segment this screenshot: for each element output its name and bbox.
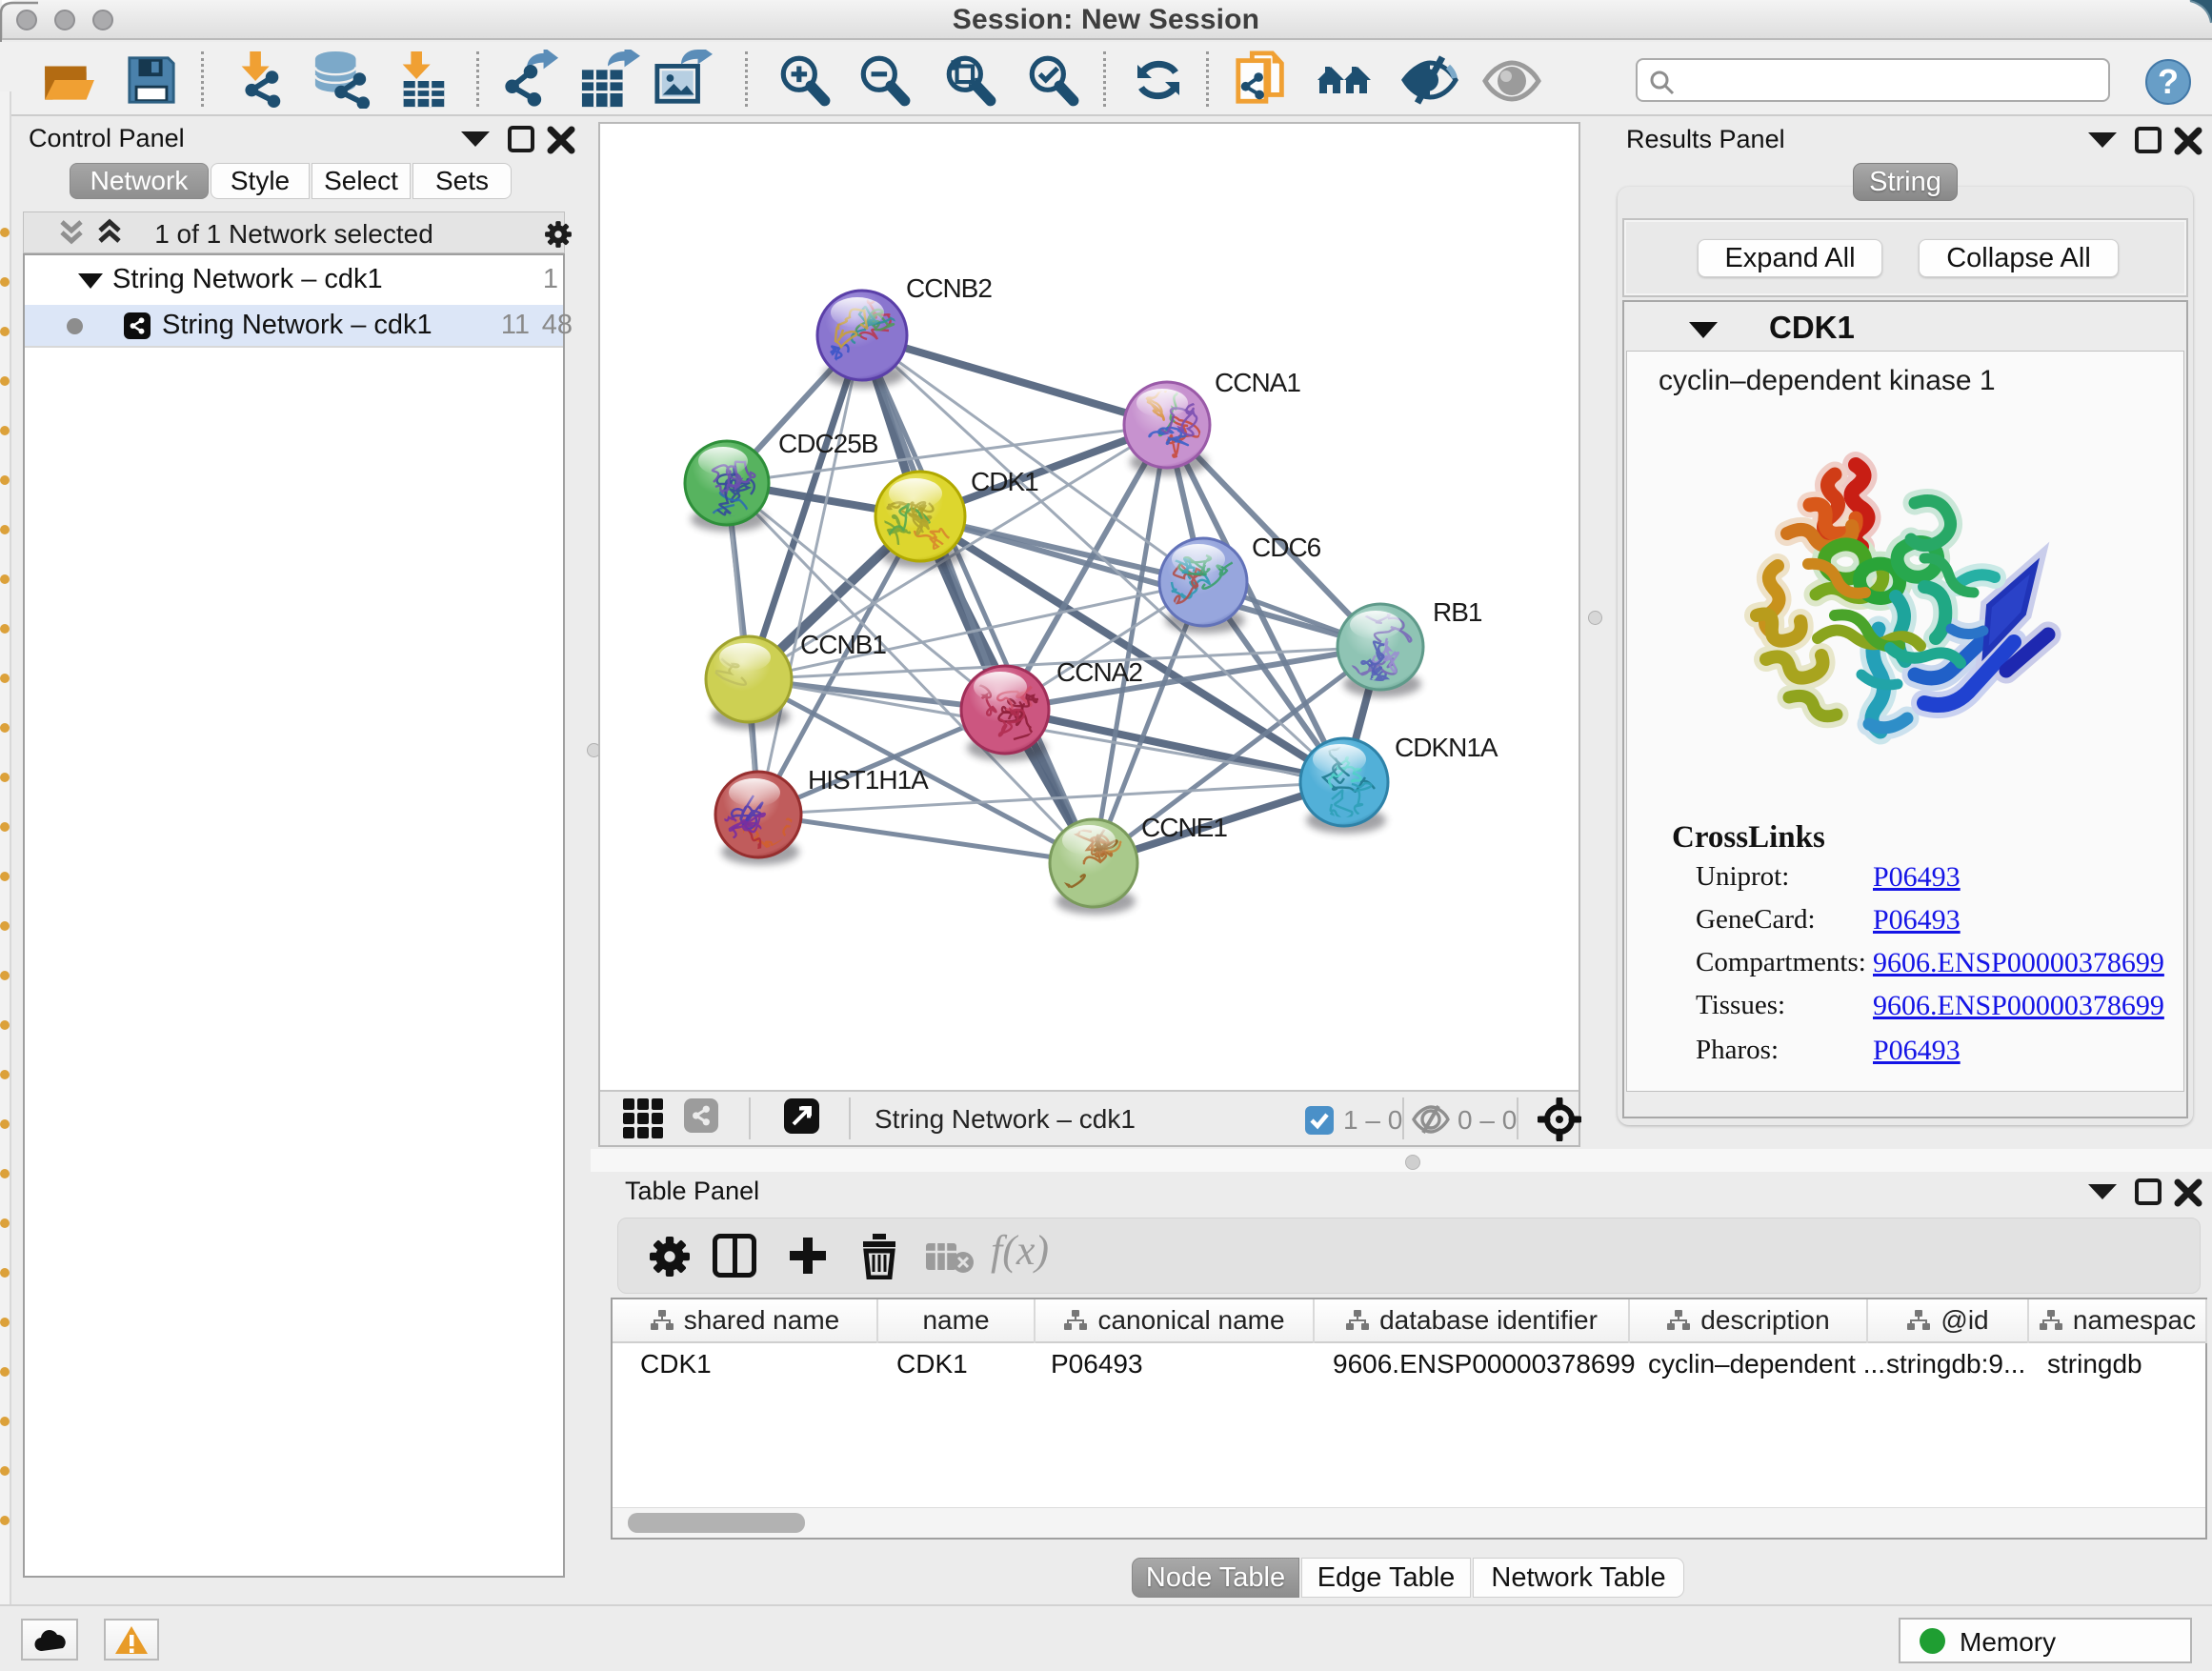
- svg-text:CCNB1: CCNB1: [800, 630, 886, 659]
- svg-text:CCNB2: CCNB2: [906, 273, 992, 303]
- svg-text:CCNE1: CCNE1: [1141, 813, 1227, 842]
- svg-text:CCNA1: CCNA1: [1215, 368, 1300, 397]
- svg-text:HIST1H1A: HIST1H1A: [808, 765, 929, 795]
- svg-text:CDK1: CDK1: [971, 467, 1038, 496]
- svg-text:CCNA2: CCNA2: [1056, 657, 1142, 687]
- svg-text:CDC25B: CDC25B: [778, 429, 878, 458]
- svg-text:CDKN1A: CDKN1A: [1395, 733, 1498, 762]
- svg-text:CDC6: CDC6: [1252, 533, 1321, 562]
- svg-text:RB1: RB1: [1433, 597, 1482, 627]
